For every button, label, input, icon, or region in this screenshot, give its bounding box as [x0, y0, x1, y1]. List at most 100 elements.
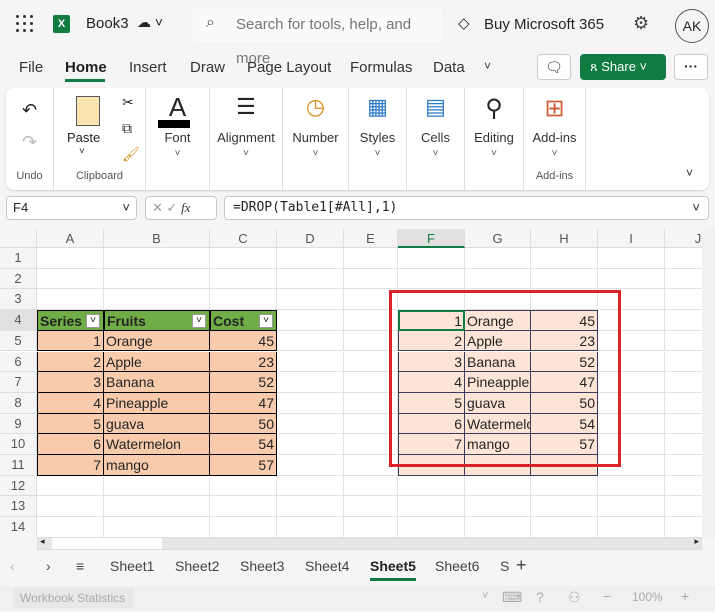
row-header-3[interactable]: 3 — [0, 289, 37, 311]
font-group[interactable]: A Font ˅ — [146, 88, 210, 190]
sheet-tab-s[interactable]: S — [500, 558, 509, 574]
formula-input[interactable]: =DROP(Table1[#All],1) ˅ — [224, 196, 709, 220]
corner-select-all[interactable] — [0, 229, 37, 248]
tab-home[interactable]: Home — [65, 59, 107, 76]
grid-cell[interactable] — [465, 517, 531, 537]
paste-icon[interactable] — [76, 96, 100, 126]
grid-cell[interactable] — [37, 517, 104, 537]
grid-cell[interactable] — [104, 496, 210, 518]
spreadsheet-grid[interactable]: A B C D E F G H I J 1 2 3 4 5 6 7 8 9 10 11 12 13 14 Series ˅ Frui… — [0, 229, 715, 537]
column-header-E[interactable]: E — [344, 229, 398, 248]
row-header-13[interactable]: 13 — [0, 496, 37, 518]
row-header-7[interactable]: 7 — [0, 372, 37, 393]
grid-cell[interactable] — [210, 248, 277, 269]
fx-icon[interactable]: fx — [181, 200, 190, 215]
sheet-tab-sheet1[interactable]: Sheet1 — [110, 558, 154, 574]
search-input[interactable]: Search for tools, help, and more — [192, 8, 442, 67]
grid-cell[interactable] — [210, 268, 277, 290]
column-header-B[interactable]: B — [104, 229, 210, 248]
grid-cell[interactable] — [37, 475, 104, 497]
gear-icon[interactable]: ⚙ — [633, 13, 649, 34]
table1-cell[interactable]: 45 — [210, 330, 277, 352]
more-options-button[interactable]: ··· — [674, 54, 708, 80]
row-header-9[interactable]: 9 — [0, 413, 37, 435]
grid-cell[interactable] — [277, 330, 344, 352]
tab-draw[interactable]: Draw — [190, 59, 225, 76]
table1-cell[interactable]: 23 — [210, 351, 277, 373]
ribbon-expand-chevron-icon[interactable]: ˅ — [686, 166, 693, 180]
grid-cell[interactable] — [37, 268, 104, 290]
grid-cell[interactable] — [277, 268, 344, 290]
workbook-statistics-button[interactable]: Workbook Statistics — [14, 588, 134, 608]
grid-cell[interactable] — [277, 310, 344, 331]
grid-cell[interactable] — [531, 496, 598, 518]
number-group[interactable]: ◷ Number ˅ — [283, 88, 349, 190]
styles-group[interactable]: ▦ Styles ˅ — [349, 88, 407, 190]
grid-cell[interactable] — [277, 475, 344, 497]
sheet-tab-sheet3[interactable]: Sheet3 — [240, 558, 284, 574]
grid-cell[interactable] — [398, 496, 465, 518]
grid-cell[interactable] — [344, 517, 398, 537]
chevron-down-icon[interactable]: ˅ — [482, 590, 488, 602]
addins-group[interactable]: ⊞ Add-ins ˅ Add-ins — [524, 88, 586, 190]
tab-data[interactable]: Data — [433, 59, 465, 76]
row-header-4[interactable]: 4 — [0, 310, 37, 331]
grid-cell[interactable] — [277, 372, 344, 393]
share-button[interactable]: ጸ Share ˅ — [580, 54, 666, 80]
grid-cell[interactable] — [277, 517, 344, 537]
zoom-level[interactable]: 100% — [632, 590, 663, 604]
filter-dropdown-icon[interactable]: ˅ — [192, 314, 206, 329]
grid-cell[interactable] — [465, 268, 531, 290]
tab-file[interactable]: File — [19, 59, 43, 76]
table1-cell[interactable]: 1 — [37, 330, 104, 352]
name-box[interactable]: F4 ˅ — [6, 196, 137, 220]
grid-cell[interactable] — [598, 517, 665, 537]
scroll-right-icon[interactable]: ▸ — [694, 536, 699, 547]
comments-button[interactable]: 🗨 — [537, 54, 571, 80]
cancel-icon[interactable]: ✕ — [152, 200, 163, 215]
grid-cell[interactable] — [104, 517, 210, 537]
add-sheet-icon[interactable]: + — [516, 555, 527, 576]
column-header-I[interactable]: I — [598, 229, 665, 248]
column-header-H[interactable]: H — [531, 229, 598, 248]
grid-cell[interactable] — [210, 496, 277, 518]
grid-cell[interactable] — [104, 475, 210, 497]
help-icon[interactable]: ? — [536, 589, 544, 605]
grid-cell[interactable] — [398, 248, 465, 269]
grid-cell[interactable] — [531, 475, 598, 497]
more-tabs-chevron-icon[interactable]: ˅ — [484, 59, 491, 73]
column-header-A[interactable]: A — [37, 229, 104, 248]
grid-cell[interactable] — [398, 475, 465, 497]
prev-sheet-icon[interactable]: ‹ — [10, 558, 15, 574]
grid-cell[interactable] — [531, 248, 598, 269]
table1-cell[interactable]: Pineapple — [104, 392, 210, 414]
table-header-fruits[interactable]: Fruits ˅ — [104, 310, 210, 331]
column-header-D[interactable]: D — [277, 229, 344, 248]
grid-cell[interactable] — [531, 517, 598, 537]
paste-button[interactable]: Paste — [67, 130, 100, 145]
keyboard-icon[interactable]: ⌨ — [502, 589, 522, 606]
autosave-icon[interactable]: ☁ ˅ — [137, 14, 163, 31]
grid-cell[interactable] — [37, 289, 104, 311]
table-header-series[interactable]: Series ˅ — [37, 310, 104, 331]
grid-cell[interactable] — [277, 248, 344, 269]
sheet-tab-sheet4[interactable]: Sheet4 — [305, 558, 349, 574]
row-header-1[interactable]: 1 — [0, 248, 37, 269]
sheet-tab-sheet2[interactable]: Sheet2 — [175, 558, 219, 574]
table1-cell[interactable]: Orange — [104, 330, 210, 352]
grid-cell[interactable] — [104, 248, 210, 269]
tab-page-layout[interactable]: Page Layout — [247, 59, 331, 76]
grid-cell[interactable] — [465, 475, 531, 497]
table1-cell[interactable]: 52 — [210, 372, 277, 393]
column-header-C[interactable]: C — [210, 229, 277, 248]
grid-cell[interactable] — [344, 475, 398, 497]
grid-cell[interactable] — [210, 289, 277, 311]
paste-chevron-icon[interactable]: ˅ — [79, 146, 85, 157]
grid-cell[interactable] — [598, 268, 665, 290]
grid-cell[interactable] — [277, 434, 344, 455]
redo-icon[interactable]: ↷ — [22, 132, 37, 153]
grid-cell[interactable] — [465, 496, 531, 518]
format-painter-icon[interactable]: 🖌 — [122, 146, 140, 163]
app-launcher-icon[interactable] — [16, 15, 34, 33]
cut-icon[interactable]: ✂ — [122, 94, 134, 111]
